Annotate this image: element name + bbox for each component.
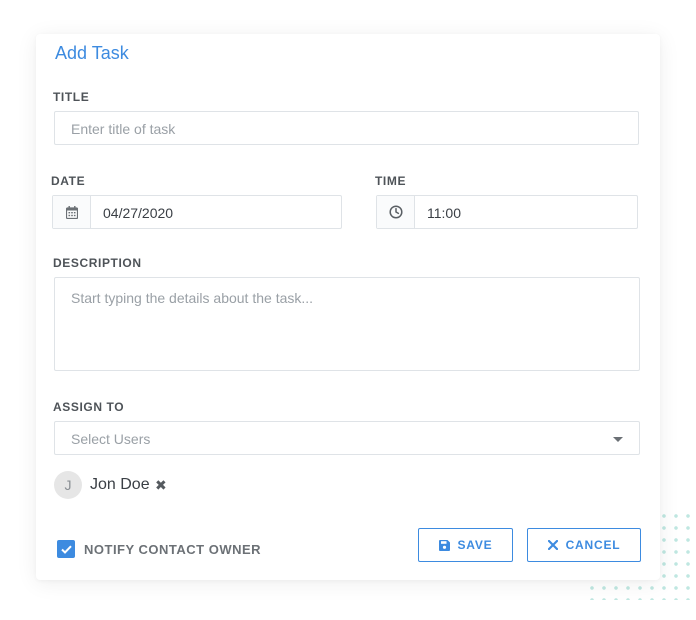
chevron-down-icon[interactable] (613, 437, 623, 442)
avatar: J (54, 471, 82, 499)
close-icon (547, 540, 558, 550)
date-value: 04/27/2020 (103, 205, 174, 221)
date-input[interactable]: 04/27/2020 (52, 195, 342, 229)
description-placeholder: Start typing the details about the task.… (71, 290, 314, 306)
assign-placeholder: Select Users (71, 431, 151, 447)
checkmark-icon (60, 545, 72, 554)
time-input[interactable]: 11:00 (376, 195, 638, 229)
add-task-card: Add Task TITLE Enter title of task DATE … (36, 34, 660, 580)
assign-users-select[interactable]: Select Users (54, 421, 640, 455)
calendar-icon[interactable] (53, 196, 91, 228)
save-label: SAVE (457, 538, 493, 552)
notify-label[interactable]: NOTIFY CONTACT OWNER (84, 542, 261, 557)
description-label: DESCRIPTION (53, 256, 142, 270)
title-label: TITLE (53, 90, 90, 104)
date-label: DATE (51, 174, 86, 188)
time-label: TIME (375, 174, 407, 188)
assign-to-label: ASSIGN TO (53, 400, 125, 414)
time-value: 11:00 (427, 205, 461, 221)
save-button[interactable]: SAVE (418, 528, 513, 562)
clock-icon[interactable] (377, 196, 415, 228)
remove-assignee-icon[interactable]: ✖ (155, 477, 167, 494)
cancel-label: CANCEL (565, 538, 621, 552)
description-textarea[interactable]: Start typing the details about the task.… (54, 277, 640, 371)
title-input[interactable]: Enter title of task (54, 111, 639, 145)
save-icon (438, 539, 450, 551)
notify-checkbox[interactable] (57, 540, 75, 558)
assignee-name: Jon Doe (90, 476, 150, 493)
cancel-button[interactable]: CANCEL (527, 528, 641, 562)
form-title: Add Task (55, 43, 129, 63)
title-placeholder: Enter title of task (71, 121, 176, 137)
